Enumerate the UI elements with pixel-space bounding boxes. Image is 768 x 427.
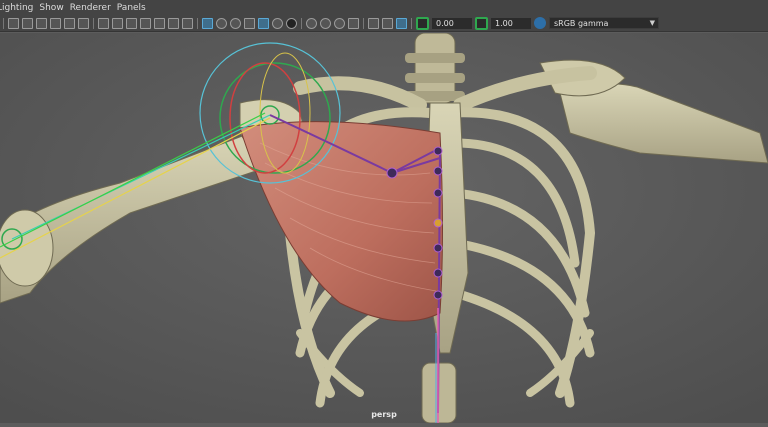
3d-viewport[interactable]: persp (0, 32, 768, 424)
chevron-down-icon: ▼ (649, 19, 655, 27)
camera-name-label: persp (371, 410, 397, 419)
gamma-field[interactable]: 1.00 (491, 17, 531, 29)
screen-space-ambient-occlusion-icon[interactable] (306, 17, 317, 29)
x-ray-joints-icon[interactable] (396, 17, 407, 29)
exposure-icon[interactable] (416, 16, 429, 30)
color-space-label: sRGB gamma (554, 19, 609, 28)
menu-lighting[interactable]: Lighting (0, 3, 39, 13)
menu-bar: Lighting Show Renderer Panels (0, 0, 768, 15)
film-gate-icon[interactable] (112, 17, 123, 29)
2d-pan-zoom-icon[interactable] (64, 17, 75, 29)
image-plane-icon[interactable] (50, 17, 61, 29)
toolbar-separator (411, 17, 412, 29)
wireframe-on-shaded-icon[interactable] (244, 17, 255, 29)
use-all-lights-icon[interactable] (272, 17, 283, 29)
toolbar-separator (3, 17, 4, 29)
resolution-gate-icon[interactable] (126, 17, 137, 29)
menu-panels[interactable]: Panels (117, 3, 152, 13)
viewport-scene (0, 32, 768, 424)
exposure-field[interactable]: 0.00 (432, 17, 472, 29)
menu-show[interactable]: Show (39, 3, 69, 13)
motion-blur-icon[interactable] (320, 17, 331, 29)
gate-mask-icon[interactable] (140, 17, 151, 29)
toolbar-separator (301, 17, 302, 29)
grease-pencil-icon[interactable] (78, 17, 89, 29)
field-chart-icon[interactable] (154, 17, 165, 29)
gamma-icon[interactable] (475, 16, 488, 30)
camera-attributes-icon[interactable] (22, 17, 33, 29)
viewport-toolbar: 0.00 1.00 sRGB gamma ▼ (0, 15, 768, 32)
grid-icon[interactable] (98, 17, 109, 29)
toolbar-separator (93, 17, 94, 29)
bookmarks-icon[interactable] (36, 17, 47, 29)
default-material-icon[interactable] (230, 17, 241, 29)
x-ray-icon[interactable] (382, 17, 393, 29)
isolate-select-icon[interactable] (368, 17, 379, 29)
safe-title-icon[interactable] (182, 17, 193, 29)
menu-renderer[interactable]: Renderer (70, 3, 117, 13)
color-space-dropdown[interactable]: sRGB gamma ▼ (549, 17, 659, 29)
safe-action-icon[interactable] (168, 17, 179, 29)
wireframe-icon[interactable] (202, 17, 213, 29)
view-transform-icon[interactable] (534, 17, 546, 29)
select-camera-icon[interactable] (8, 17, 19, 29)
smooth-shade-icon[interactable] (216, 17, 227, 29)
toolbar-separator (197, 17, 198, 29)
depth-of-field-icon[interactable] (348, 17, 359, 29)
anti-aliasing-icon[interactable] (334, 17, 345, 29)
textured-icon[interactable] (258, 17, 269, 29)
shadows-icon[interactable] (286, 17, 297, 29)
toolbar-separator (363, 17, 364, 29)
